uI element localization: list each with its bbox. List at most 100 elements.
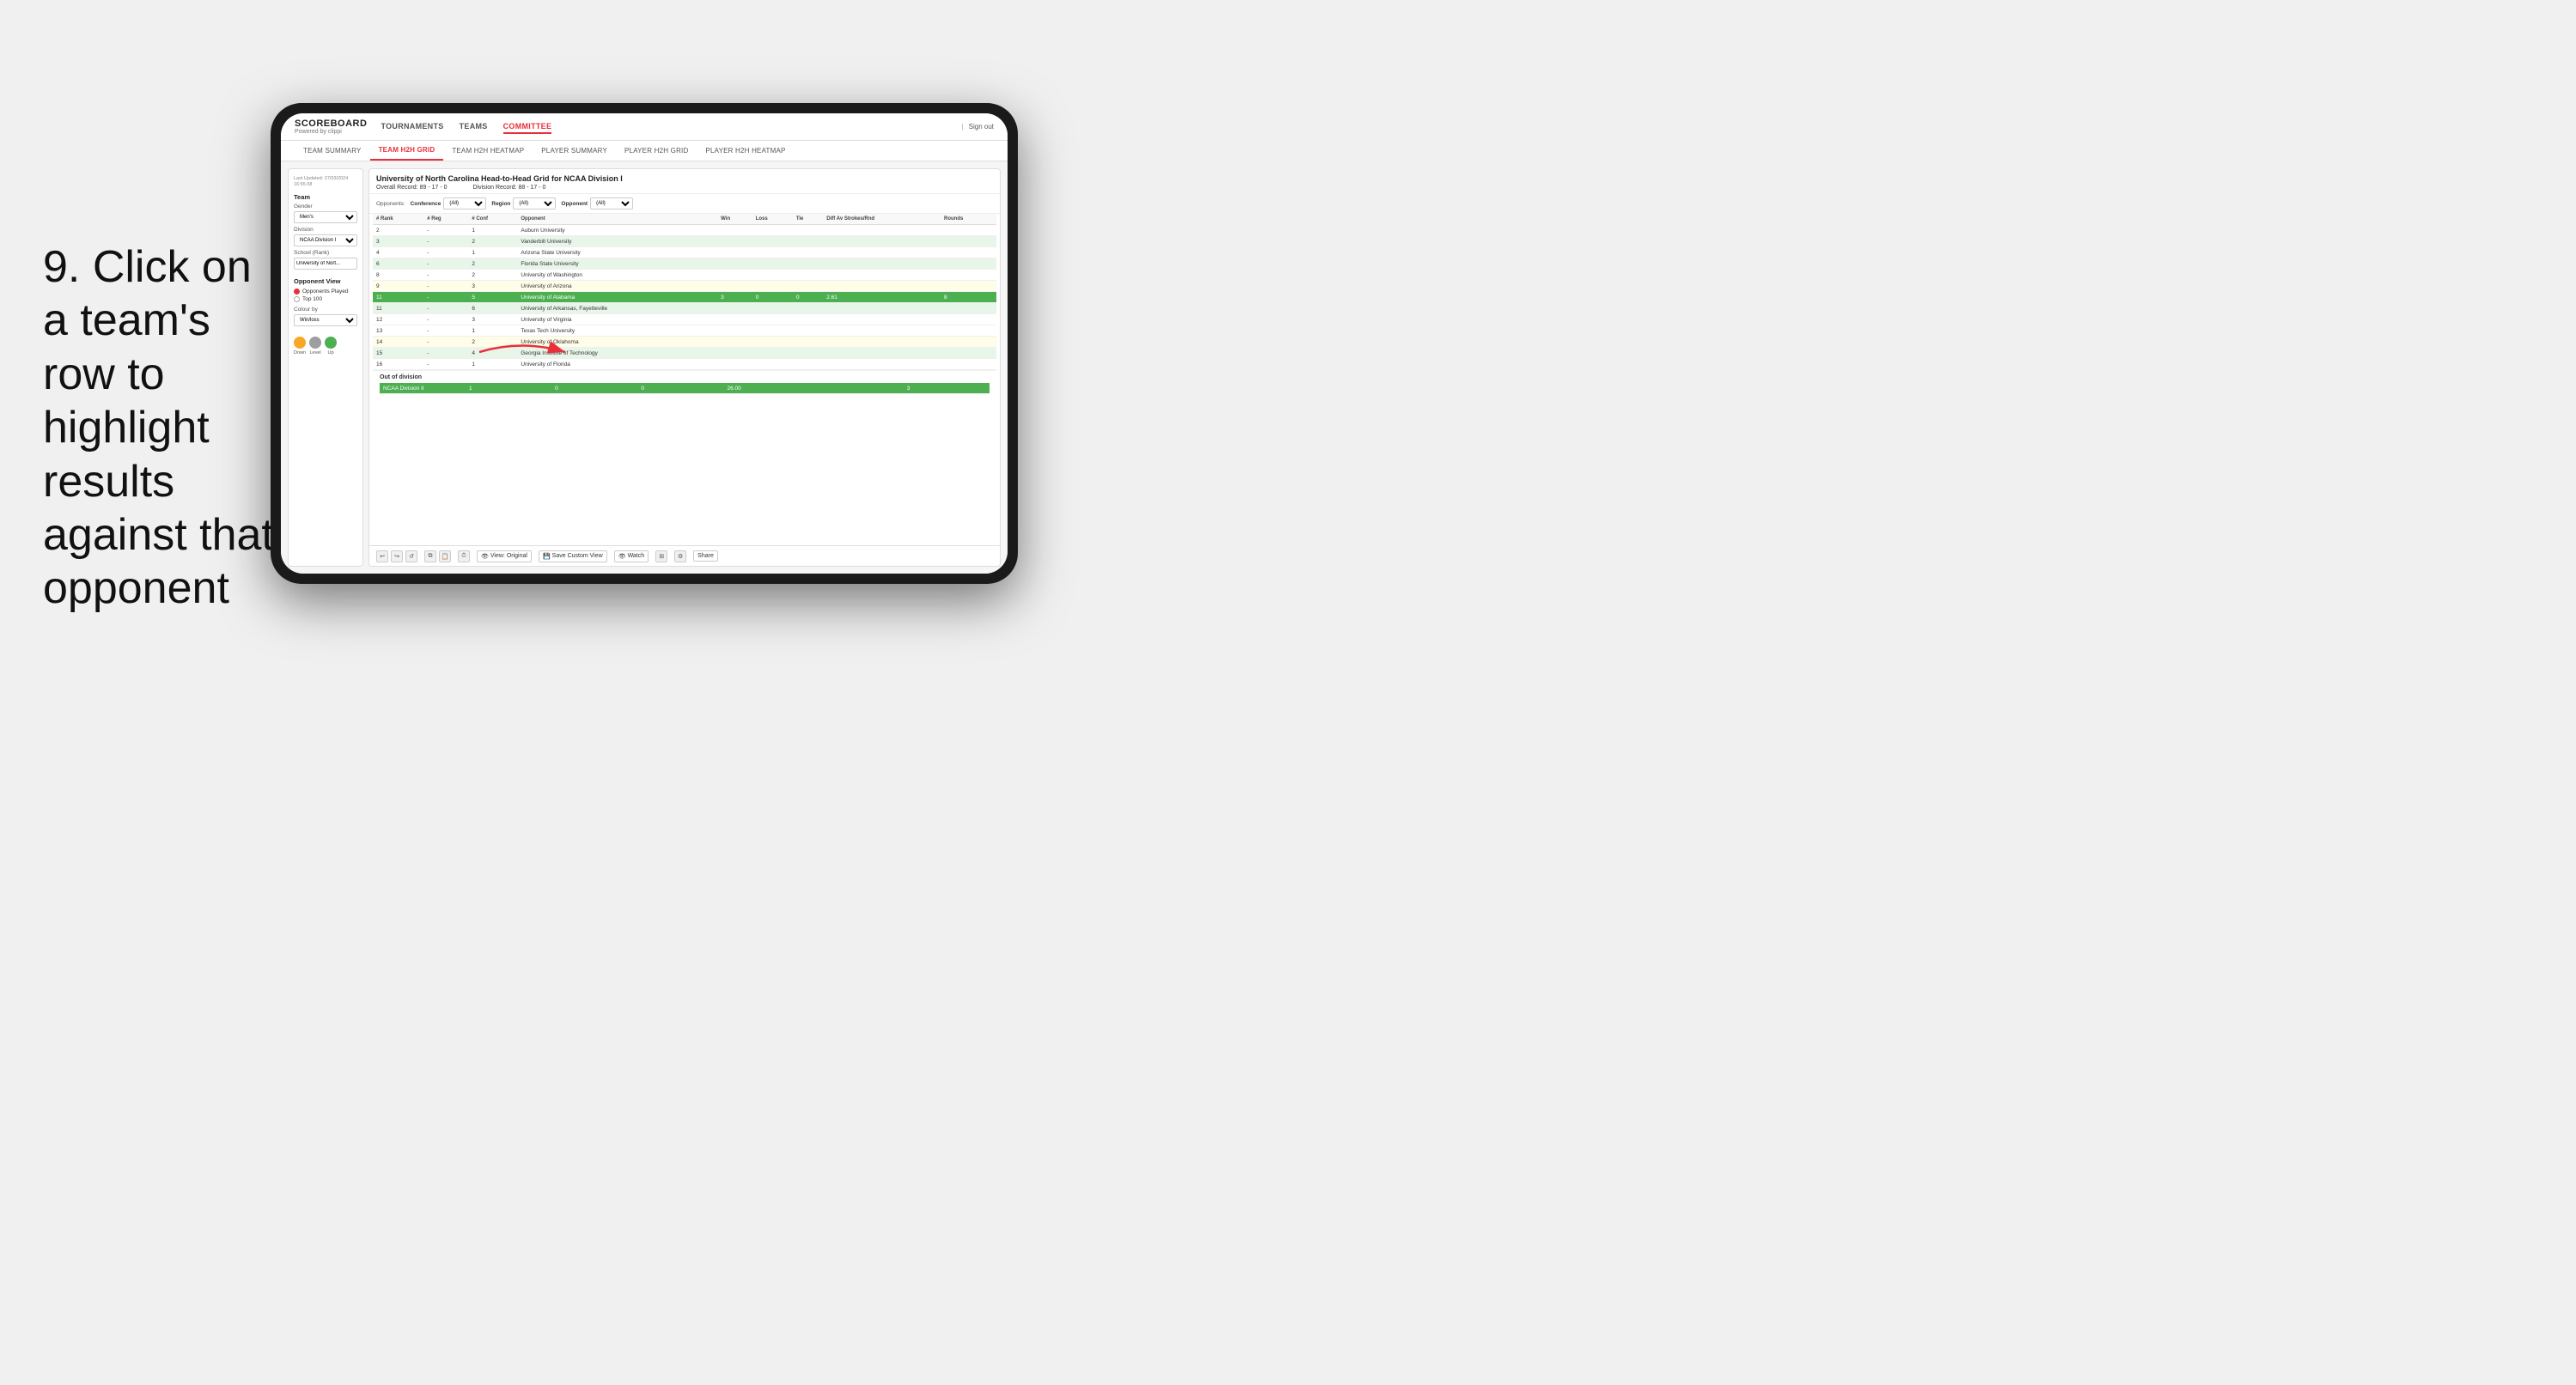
cell-tie [793, 348, 823, 359]
legend-down: Down [294, 337, 306, 355]
legend-up: Up [325, 337, 337, 355]
main-content: Last Updated: 27/03/2024 16:55:38 Team G… [281, 161, 1008, 574]
cell-rounds [941, 281, 996, 292]
left-panel: Last Updated: 27/03/2024 16:55:38 Team G… [288, 168, 363, 567]
table-row[interactable]: 4-1Arizona State University [373, 247, 996, 258]
redo-button[interactable]: ↪ [391, 550, 403, 562]
cell-opponent: Texas Tech University [517, 325, 717, 337]
nav-committee[interactable]: COMMITTEE [503, 120, 552, 134]
table-row[interactable]: 15-4Georgia Institute of Technology [373, 348, 996, 359]
cell-rank: 13 [373, 325, 423, 337]
eye-icon: 👁 [481, 553, 489, 560]
settings-button[interactable]: ⚙ [674, 550, 686, 562]
cell-diff [823, 325, 941, 337]
legend-level: Level [309, 337, 321, 355]
cell-diff [823, 281, 941, 292]
cell-rounds: 8 [941, 292, 996, 303]
paste-button[interactable]: 📋 [439, 550, 451, 562]
table-row[interactable]: 13-1Texas Tech University [373, 325, 996, 337]
filter-conf-select[interactable]: (All) [443, 197, 486, 210]
table-row[interactable]: 2-1Auburn University [373, 225, 996, 236]
cell-conf: 3 [468, 314, 517, 325]
radio-opponents-played[interactable]: Opponents Played [294, 289, 357, 295]
gender-select[interactable]: Men's [294, 211, 357, 223]
reset-button[interactable]: ↺ [405, 550, 417, 562]
cell-rank: 14 [373, 337, 423, 348]
cell-tie [793, 270, 823, 281]
cell-diff [823, 359, 941, 370]
school-input[interactable] [294, 258, 357, 270]
nav-teams[interactable]: TEAMS [460, 120, 488, 134]
team-label: Team [294, 193, 357, 201]
cell-opponent: University of Alabama [517, 292, 717, 303]
copy-button[interactable]: ⧉ [424, 550, 436, 562]
cell-conf: 2 [468, 236, 517, 247]
cell-win [717, 325, 752, 337]
nav-tournaments[interactable]: TOURNAMENTS [381, 120, 443, 134]
sign-out-button[interactable]: Sign out [969, 123, 994, 131]
cell-rank: 11 [373, 292, 423, 303]
col-loss: Loss [752, 214, 793, 225]
share-button[interactable]: Share [693, 550, 718, 562]
logo-text: SCOREBOARD [295, 118, 367, 129]
undo-button[interactable]: ↩ [376, 550, 388, 562]
tab-player-h2h-heatmap[interactable]: PLAYER H2H HEATMAP [697, 142, 794, 160]
grid-title: University of North Carolina Head-to-Hea… [376, 174, 993, 183]
filter-region-select[interactable]: (All) [513, 197, 556, 210]
table-row[interactable]: 12-3University of Virginia [373, 314, 996, 325]
table-row[interactable]: 6-2Florida State University [373, 258, 996, 270]
table-row[interactable]: 11-6University of Arkansas, Fayetteville [373, 303, 996, 314]
cell-rank: 12 [373, 314, 423, 325]
cell-conf: 1 [468, 247, 517, 258]
tab-player-h2h-grid[interactable]: PLAYER H2H GRID [616, 142, 697, 160]
clock-button[interactable]: ⏱ [458, 550, 470, 562]
out-of-division-title: Out of division [380, 374, 990, 380]
tab-team-summary[interactable]: TEAM SUMMARY [295, 142, 370, 160]
watch-button[interactable]: 👁 Watch [614, 550, 649, 562]
out-of-division-row[interactable]: NCAA Division II 1 0 0 26.00 3 [380, 383, 990, 394]
tab-team-h2h-heatmap[interactable]: TEAM H2H HEATMAP [443, 142, 533, 160]
view-original-button[interactable]: 👁 View: Original [477, 550, 532, 562]
cell-diff [823, 337, 941, 348]
table-row[interactable]: 16-1University of Florida [373, 359, 996, 370]
cell-opponent: Arizona State University [517, 247, 717, 258]
table-row[interactable]: 3-2Vanderbilt University [373, 236, 996, 247]
cell-rank: 6 [373, 258, 423, 270]
table-row[interactable]: 11-5University of Alabama3002.618 [373, 292, 996, 303]
nav-items: TOURNAMENTS TEAMS COMMITTEE [381, 120, 961, 134]
present-button[interactable]: ⊞ [655, 550, 667, 562]
radio-top-100[interactable]: Top 100 [294, 296, 357, 302]
ood-win: 1 [466, 383, 551, 394]
colour-by-select[interactable]: Win/loss [294, 314, 357, 326]
cell-tie [793, 236, 823, 247]
save-custom-view-button[interactable]: 💾 Save Custom View [539, 550, 607, 562]
device-screen: SCOREBOARD Powered by clippi TOURNAMENTS… [281, 113, 1008, 574]
table-row[interactable]: 14-2University of Oklahoma [373, 337, 996, 348]
table-row[interactable]: 8-2University of Washington [373, 270, 996, 281]
cell-loss [752, 359, 793, 370]
cell-rank: 4 [373, 247, 423, 258]
cell-rank: 2 [373, 225, 423, 236]
cell-reg: - [423, 303, 468, 314]
filter-opponent-select[interactable]: (All) [590, 197, 633, 210]
tab-player-summary[interactable]: PLAYER SUMMARY [533, 142, 616, 160]
division-select[interactable]: NCAA Division I [294, 234, 357, 246]
cell-win [717, 247, 752, 258]
cell-tie [793, 303, 823, 314]
cell-conf: 4 [468, 348, 517, 359]
legend-up-dot [325, 337, 337, 349]
cell-tie [793, 225, 823, 236]
cell-rounds [941, 225, 996, 236]
cell-rank: 9 [373, 281, 423, 292]
cell-rounds [941, 348, 996, 359]
cell-loss [752, 281, 793, 292]
tab-team-h2h-grid[interactable]: TEAM H2H GRID [370, 141, 444, 161]
col-reg: # Reg [423, 214, 468, 225]
cell-win [717, 303, 752, 314]
table-row[interactable]: 9-3University of Arizona [373, 281, 996, 292]
filter-region-group: Region (All) [491, 197, 556, 210]
cell-diff [823, 303, 941, 314]
device-frame: SCOREBOARD Powered by clippi TOURNAMENTS… [271, 103, 1018, 584]
out-of-division-table: NCAA Division II 1 0 0 26.00 3 [380, 383, 990, 394]
cell-conf: 2 [468, 270, 517, 281]
